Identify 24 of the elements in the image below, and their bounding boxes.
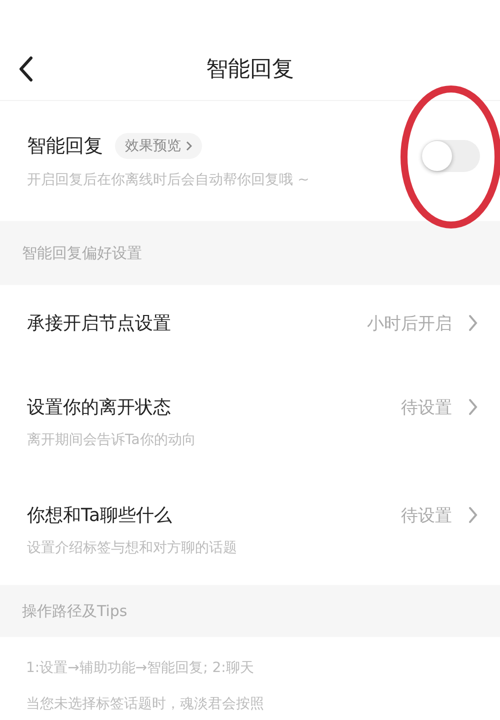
row-description: 设置介绍标签与想和对方聊的话题 [27,539,238,557]
row-value: 待设置 [401,504,452,526]
toggle-switch[interactable] [422,140,480,172]
tip-text: 当您未选择标签话题时，魂淡君会按照 [26,695,265,713]
row-value: 待设置 [401,396,452,418]
settings-row[interactable]: 你想和Ta聊些什么 待设置 设置介绍标签与想和对方聊的话题 [0,477,500,585]
settings-row[interactable]: 设置你的离开状态 待设置 离开期间会告诉Ta你的动向 [0,369,500,477]
row-value: 小时后开启 [367,312,452,334]
back-icon[interactable] [18,56,34,82]
tip-text: 1:设置→辅助功能→智能回复; 2:聊天 [26,659,255,677]
row-label: 设置你的离开状态 [27,396,172,419]
section-heading: 操作路径及Tips [0,585,500,637]
settings-row[interactable]: 承接开启节点设置 小时后开启 [0,285,500,369]
row-label: 你想和Ta聊些什么 [27,504,174,527]
setting-label: 智能回复 [27,134,103,159]
setting-description: 开启回复后在你离线时后会自动帮你回复哦 ~ [27,171,310,189]
chevron-icon [186,141,192,152]
chevron-icon [468,506,478,524]
section-heading: 智能回复偏好设置 [0,221,500,285]
chevron-icon [468,314,478,332]
page-title: 智能回复 [206,56,294,84]
row-label: 承接开启节点设置 [27,312,172,335]
chevron-icon [468,398,478,416]
row-description: 离开期间会告诉Ta你的动向 [27,431,197,449]
